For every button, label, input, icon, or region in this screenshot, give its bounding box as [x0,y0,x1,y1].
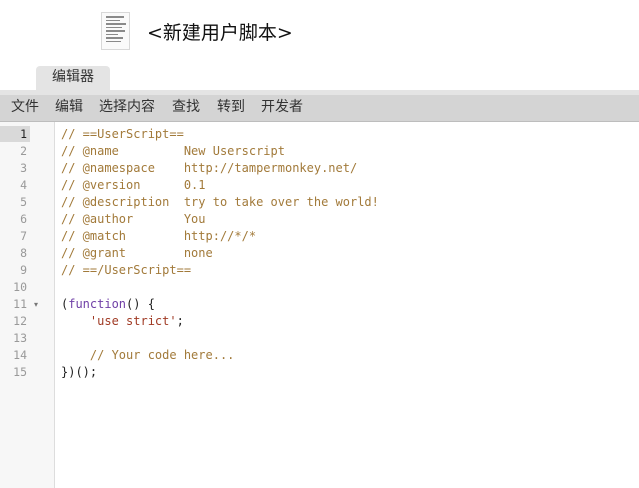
code-line[interactable]: // ==/UserScript== [61,262,191,279]
line-number: 2 [20,144,27,158]
code-line[interactable]: // @author You [61,211,206,228]
line-number: 14 [13,348,27,362]
line-number: 5 [20,195,27,209]
line-number: 6 [20,212,27,226]
code-line[interactable]: (function() { [61,296,155,313]
tab-editor[interactable]: 编辑器 [36,66,110,90]
tab-strip: 编辑器 [0,66,639,90]
code-token: // ==/UserScript== [61,263,192,277]
line-number: 3 [20,161,27,175]
gutter-row: 10 [0,279,55,296]
code-token: function [68,297,127,311]
code-line[interactable]: // @namespace http://tampermonkey.net/ [61,160,357,177]
line-number: 7 [20,229,27,243]
gutter-row: 15 [0,364,55,381]
line-number: 1 [20,127,27,141]
menubar: 文件 编辑 选择内容 查找 转到 开发者 [0,95,639,122]
code-token: // @grant none [61,246,213,260]
menu-find[interactable]: 查找 [172,95,200,121]
code-token: // @name New Userscript [61,144,285,158]
line-number-gutter: 1 2 3 4 5 6 7 8 9 10 11 ▾ 12 13 14 15 [0,122,55,488]
code-line[interactable]: // @name New Userscript [61,143,285,160]
code-token: // @match http://*/* [61,229,257,243]
code-token: // @namespace http://tampermonkey.net/ [61,161,358,175]
code-line[interactable]: // @description try to take over the wor… [61,194,379,211]
line-number: 12 [13,314,27,328]
line-number: 15 [13,365,27,379]
code-token: // Your code here... [61,348,235,362]
gutter-row: 3 [0,160,55,177]
code-token: // @description try to take over the wor… [61,195,379,209]
code-line[interactable]: 'use strict'; [61,313,184,330]
page: <新建用户脚本> 编辑器 文件 编辑 选择内容 查找 转到 开发者 123456… [0,0,639,488]
menu-developer[interactable]: 开发者 [261,95,303,121]
gutter-row: 9 [0,262,55,279]
gutter-row: 1 [0,126,55,143]
code-token: // @version 0.1 [61,178,206,192]
code-line[interactable]: // @version 0.1 [61,177,206,194]
gutter-row: 2 [0,143,55,160]
header: <新建用户脚本> [0,0,639,66]
gutter-row: 11 ▾ [0,296,55,313]
line-number: 13 [13,331,27,345]
code-line[interactable]: // @grant none [61,245,213,262]
line-number: 8 [20,246,27,260]
code-line[interactable]: // ==UserScript== [61,126,184,143]
code-line[interactable]: // Your code here... [61,347,235,364]
code-editor[interactable]: 1 2 3 4 5 6 7 8 9 10 11 ▾ 12 13 14 15 // ==UserScript==… [0,122,639,488]
code-token: })(); [61,365,98,379]
line-number: 4 [20,178,27,192]
line-number: 10 [13,280,27,294]
code-token: // ==UserScript== [61,127,184,141]
line-number: 9 [20,263,27,277]
menu-selection[interactable]: 选择内容 [99,95,155,121]
gutter-row: 7 [0,228,55,245]
line-number: 11 [13,297,27,311]
gutter-row: 14 [0,347,55,364]
fold-triangle-icon[interactable]: ▾ [32,296,40,313]
code-token: () { [126,297,155,311]
code-token: ; [176,314,184,328]
code-token: 'use strict' [89,314,177,328]
script-document-icon [101,12,130,50]
gutter-row: 4 [0,177,55,194]
menu-goto[interactable]: 转到 [217,95,245,121]
code-area[interactable]: // ==UserScript== // @name New Userscript… [55,122,639,488]
code-line[interactable]: // @match http://*/* [61,228,256,245]
gutter-row: 12 [0,313,55,330]
code-line[interactable]: })(); [61,364,97,381]
gutter-row: 5 [0,194,55,211]
code-token: // @author You [61,212,206,226]
page-title: <新建用户脚本> [147,22,293,44]
menu-edit[interactable]: 编辑 [55,95,83,121]
menu-file[interactable]: 文件 [11,95,39,121]
gutter-row: 6 [0,211,55,228]
gutter-row: 13 [0,330,55,347]
gutter-row: 8 [0,245,55,262]
